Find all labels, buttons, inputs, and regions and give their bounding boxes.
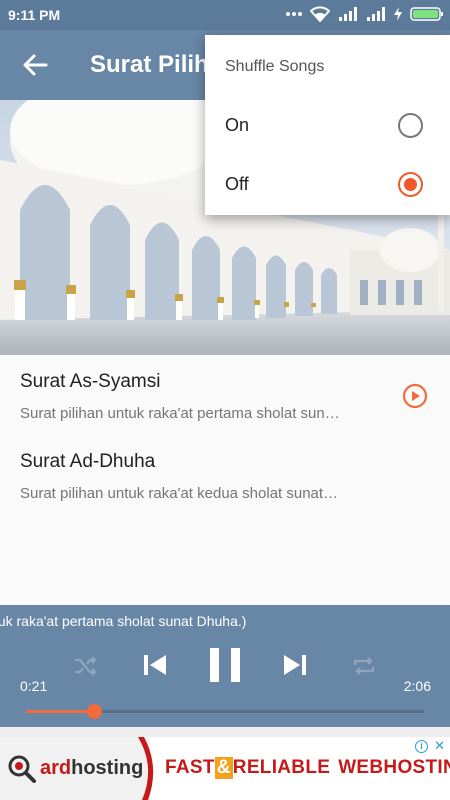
list-item[interactable]: Surat Ad-Dhuha Surat pilihan untuk raka'…	[0, 435, 450, 515]
now-playing-text: ihan untuk raka'at pertama sholat sunat …	[0, 613, 247, 629]
divider	[0, 727, 450, 737]
ad-word-fast: FAST	[165, 757, 215, 778]
progress-fill	[26, 710, 94, 713]
ad-banner[interactable]: ardhosting FAST&RELIABLE WEBHOSTING i ✕	[0, 737, 450, 800]
ad-ampersand: &	[214, 757, 233, 779]
ad-swoosh	[138, 737, 154, 800]
option-label: On	[225, 115, 250, 135]
pause-icon[interactable]	[205, 645, 245, 685]
progress-slider[interactable]	[26, 704, 424, 719]
status-bar: 9:11 PM	[0, 0, 450, 30]
repeat-icon[interactable]	[351, 653, 377, 679]
ad-close-icon[interactable]: ✕	[434, 738, 445, 754]
ad-logo-suffix: hosting	[71, 757, 144, 779]
play-circle-icon[interactable]	[402, 383, 428, 409]
radio-off[interactable]	[398, 172, 423, 197]
player-panel: ihan untuk raka'at pertama sholat sunat …	[0, 605, 450, 727]
ad-word-reliable: RELIABLE	[232, 757, 331, 778]
song-title: Surat As-Syamsi	[20, 371, 161, 392]
now-playing-marquee: ihan untuk raka'at pertama sholat sunat …	[0, 613, 450, 633]
ad-logo-area: ardhosting	[0, 737, 150, 800]
signal-icon	[339, 7, 357, 21]
ad-search-logo-icon	[8, 755, 36, 783]
elapsed-time: 0:21	[20, 678, 48, 694]
charging-icon	[394, 7, 402, 21]
total-duration: 2:06	[403, 678, 431, 694]
shuffle-dialog: Shuffle Songs On Off	[205, 35, 450, 215]
progress-thumb[interactable]	[86, 704, 102, 719]
more-dots-icon	[286, 12, 302, 16]
ad-word-webhosting: WEBHOSTING	[338, 757, 450, 778]
signal-2-icon	[367, 7, 385, 21]
song-subtitle: Surat pilihan untuk raka'at kedua sholat…	[20, 485, 339, 502]
song-title: Surat Ad-Dhuha	[20, 451, 156, 472]
shuffle-icon[interactable]	[72, 653, 98, 679]
ad-info-icon[interactable]: i	[415, 740, 428, 753]
option-off[interactable]: Off	[205, 156, 450, 214]
battery-icon	[410, 7, 443, 21]
option-label: Off	[225, 174, 249, 194]
status-time: 9:11 PM	[8, 7, 61, 23]
wifi-icon	[310, 6, 330, 22]
ad-logo-text: ardhosting	[40, 757, 143, 780]
previous-icon[interactable]	[140, 650, 170, 680]
ad-headline: FAST&RELIABLE WEBHOSTING	[165, 757, 450, 779]
back-arrow-icon[interactable]	[18, 48, 52, 82]
song-subtitle: Surat pilihan untuk raka'at pertama shol…	[20, 405, 340, 422]
next-icon[interactable]	[280, 650, 310, 680]
ad-logo-prefix: ard	[40, 757, 72, 779]
song-list: Surat As-Syamsi Surat pilihan untuk raka…	[0, 355, 450, 605]
radio-on[interactable]	[398, 113, 423, 138]
dialog-title: Shuffle Songs	[225, 58, 325, 75]
option-on[interactable]: On	[205, 97, 450, 155]
status-icons	[286, 6, 444, 22]
list-item[interactable]: Surat As-Syamsi Surat pilihan untuk raka…	[0, 355, 450, 435]
